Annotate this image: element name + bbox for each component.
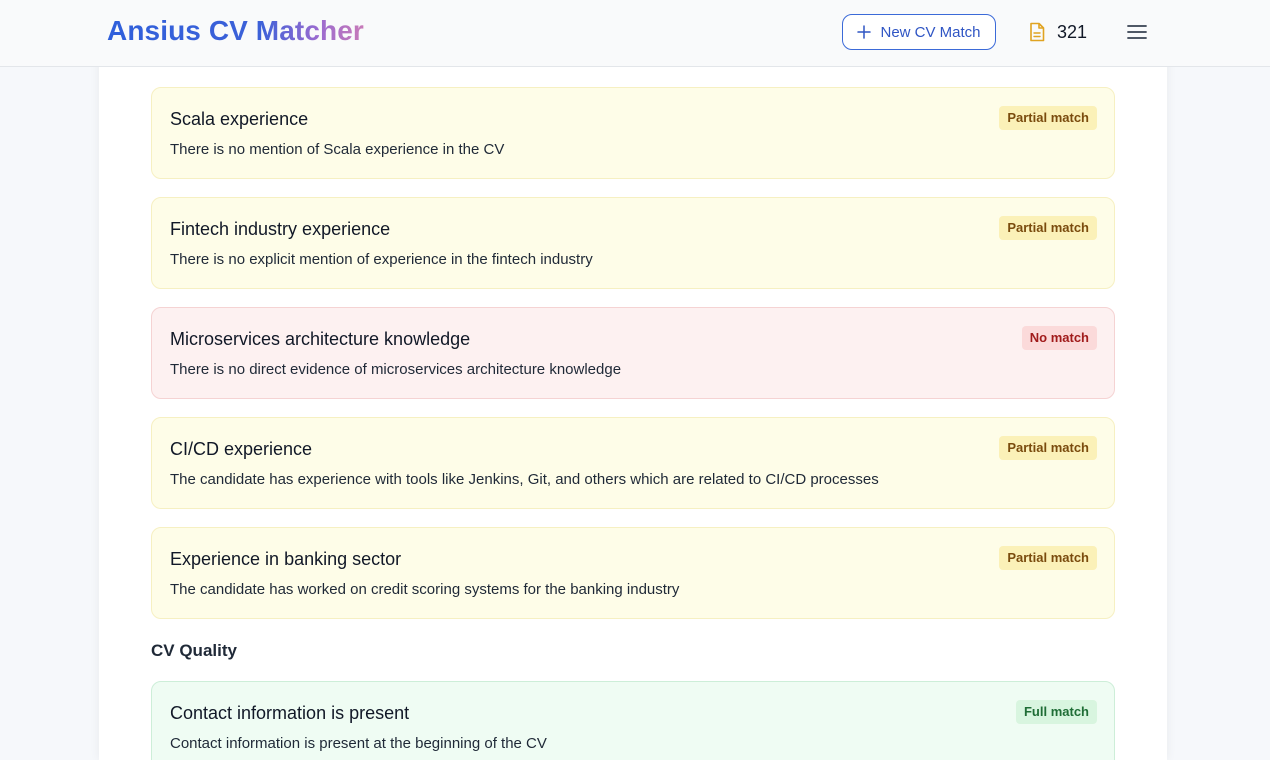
requirement-title: Microservices architecture knowledge <box>170 329 471 349</box>
requirement-title: Scala experience <box>170 109 309 129</box>
app-logo[interactable]: Ansius CV Matcher <box>107 15 364 47</box>
requirement-description: The candidate has worked on credit scori… <box>170 581 680 598</box>
menu-button[interactable] <box>1125 21 1149 43</box>
cv-quality-heading: CV Quality <box>151 641 237 660</box>
requirement-description: There is no direct evidence of microserv… <box>170 361 622 378</box>
status-badge: Partial match <box>999 436 1097 460</box>
document-icon <box>1030 22 1045 42</box>
requirement-card: Fintech industry experience Partial matc… <box>151 197 1115 289</box>
requirement-description: There is no mention of Scala experience … <box>170 141 505 158</box>
requirement-description: There is no explicit mention of experien… <box>170 251 593 268</box>
status-badge: Partial match <box>999 106 1097 130</box>
requirement-card: Experience in banking sector Partial mat… <box>151 527 1115 619</box>
hamburger-menu-icon <box>1127 25 1147 39</box>
credits-count: 321 <box>1057 21 1088 42</box>
status-badge: Partial match <box>999 546 1097 570</box>
requirement-description: The candidate has experience with tools … <box>170 471 879 488</box>
requirement-card: Microservices architecture knowledge No … <box>151 307 1115 399</box>
credits-counter: 321 <box>1028 21 1087 43</box>
requirement-title: CI/CD experience <box>170 439 313 459</box>
results-content: Scala experience Partial match There is … <box>151 87 1115 760</box>
requirement-card: CI/CD experience Partial match The candi… <box>151 417 1115 509</box>
status-badge: Full match <box>1015 700 1097 724</box>
new-cv-match-button[interactable]: New CV Match <box>842 14 996 50</box>
requirement-card: Scala experience Partial match There is … <box>151 87 1115 179</box>
quality-card: Contact information is present Full matc… <box>151 681 1115 760</box>
requirement-title: Experience in banking sector <box>170 549 402 569</box>
status-badge: No match <box>1021 326 1097 350</box>
quality-title: Contact information is present <box>170 703 410 723</box>
status-badge: Partial match <box>999 216 1097 240</box>
plus-icon <box>857 25 872 39</box>
quality-description: Contact information is present at the be… <box>170 735 547 752</box>
new-cv-match-label: New CV Match <box>880 23 981 41</box>
top-navigation-bar: Ansius CV Matcher New CV Match 321 <box>0 0 1270 67</box>
requirement-title: Fintech industry experience <box>170 219 391 239</box>
